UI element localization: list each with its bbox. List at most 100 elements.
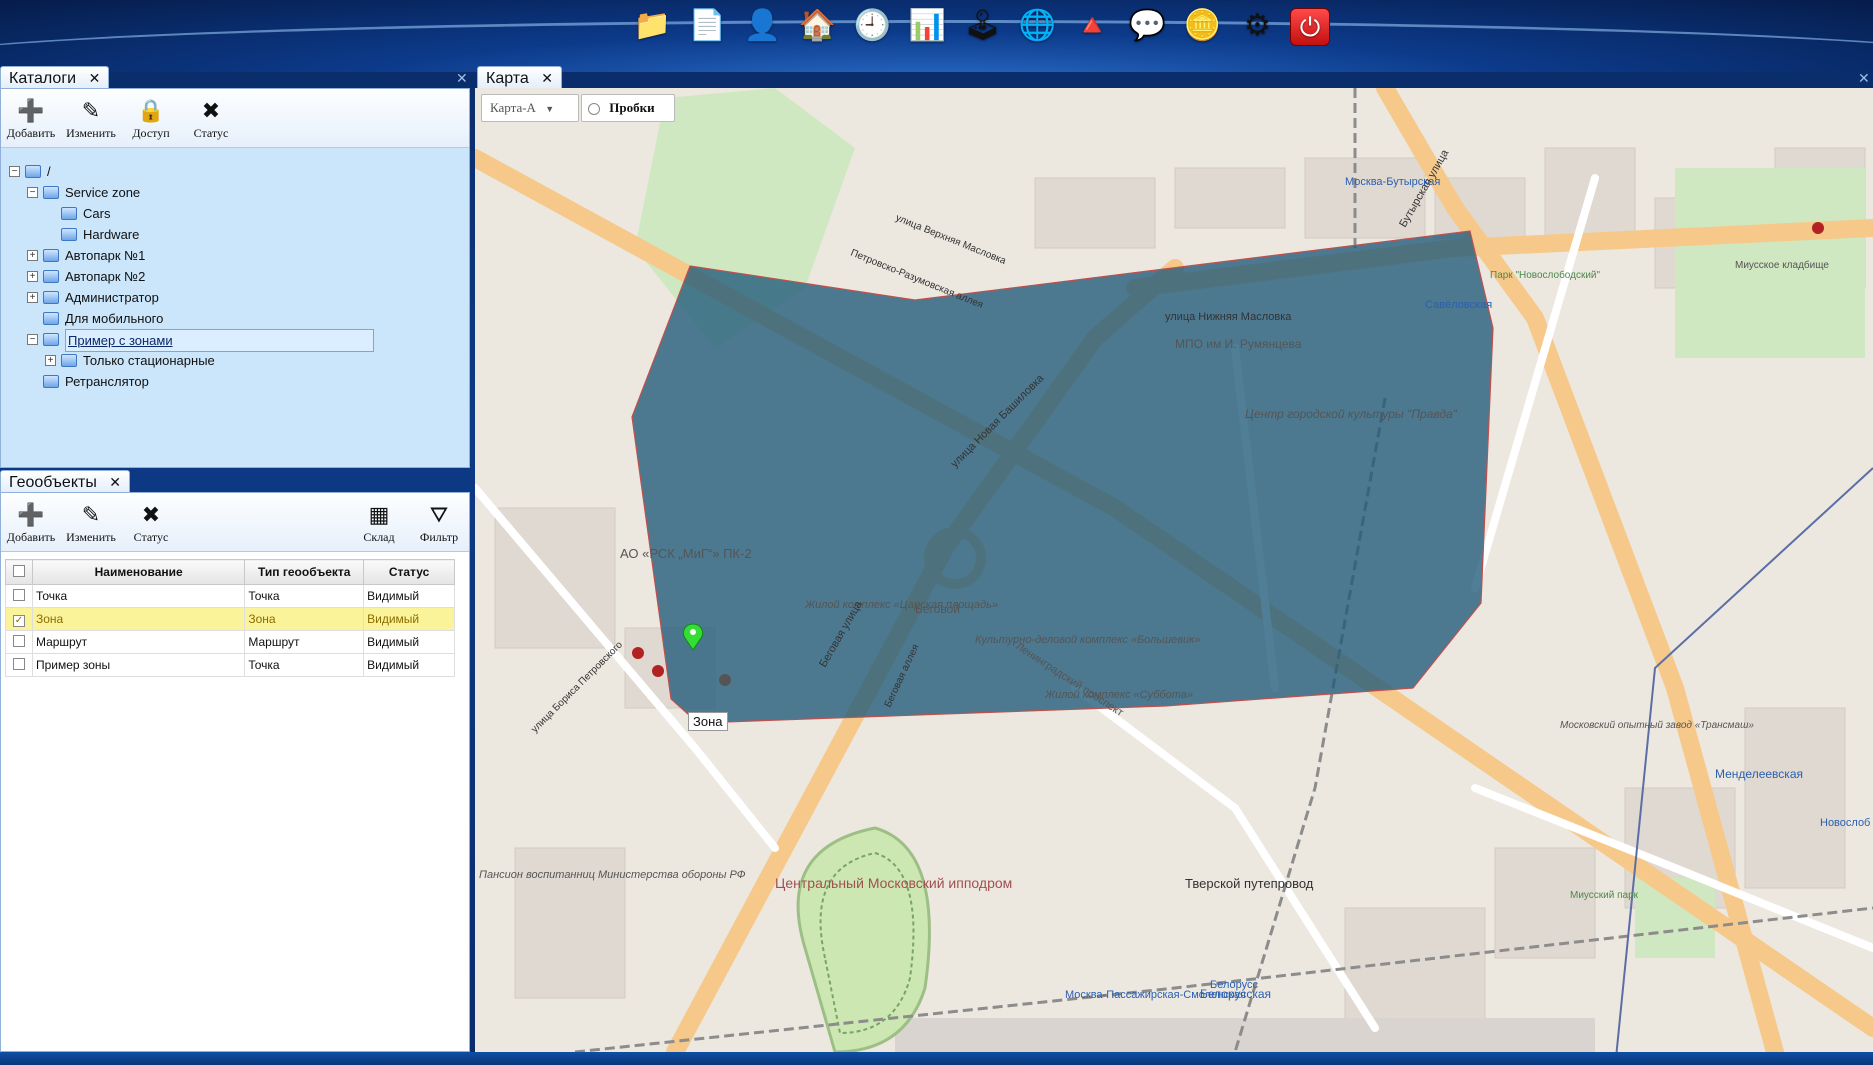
tab-catalogs[interactable]: Каталоги ✕ <box>0 66 110 89</box>
button-icon: ✖ <box>141 502 161 527</box>
toolbar-button-1[interactable]: ✎ Изменить <box>61 493 121 551</box>
toolbar-button-2[interactable]: 🔒 Доступ <box>121 89 181 147</box>
poi-marker <box>719 674 731 686</box>
tab-geoobjects[interactable]: Геообъекты ✕ <box>0 470 131 493</box>
select-all-cell[interactable] <box>5 559 33 585</box>
tree-item-label: Только стационарные <box>83 353 215 368</box>
close-icon[interactable]: ✕ <box>541 70 553 86</box>
power-icon[interactable]: ⏻ <box>1290 8 1330 46</box>
folder-icon <box>43 249 59 262</box>
tree-item-label: Ретранслятор <box>65 374 149 389</box>
map-label: Пансион воспитанниц Министерства обороны… <box>479 869 746 881</box>
settings-icon[interactable]: ⚙ <box>1235 6 1280 46</box>
toolbar-button-1[interactable]: ⛛ Фильтр <box>409 493 469 551</box>
button-icon: ➕ <box>17 502 45 527</box>
tree-item-label: Hardware <box>83 227 140 242</box>
catalogs-icon[interactable]: 📁 <box>630 6 675 46</box>
map-graphics: Москва-Бутырская Савёловская МПО им И. Р… <box>475 88 1873 1052</box>
objects-icon[interactable]: 🏠 <box>795 6 840 46</box>
tab-catalogs-label: Каталоги <box>9 70 77 87</box>
map-canvas[interactable]: Москва-Бутырская Савёловская МПО им И. Р… <box>475 88 1873 1052</box>
toolbar-button-1[interactable]: ✎ Изменить <box>61 89 121 147</box>
map-label: улица Нижняя Масловка <box>1165 311 1292 323</box>
table-row[interactable]: Пример зоны Точка Видимый <box>5 653 455 677</box>
folder-icon <box>43 312 59 325</box>
catalogs-toolbar: ➕ Добавить ✎ Изменить 🔒 Доступ ✖ Статус <box>1 89 469 148</box>
collapse-icon[interactable]: − <box>27 187 38 198</box>
map-label: Культурно-деловой комплекс «Большевик» <box>975 634 1200 646</box>
folder-icon <box>43 333 59 346</box>
column-name[interactable]: Наименование <box>31 559 246 585</box>
geoobjects-icon[interactable]: 🔺 <box>1070 6 1115 46</box>
column-status[interactable]: Статус <box>363 559 455 585</box>
close-icon[interactable]: ✕ <box>89 70 101 86</box>
folder-icon <box>43 375 59 388</box>
map-label: Миусское кладбище <box>1735 259 1829 271</box>
map-type-select[interactable]: Карта-А ▼ <box>481 94 579 122</box>
history-icon[interactable]: 🕘 <box>850 6 895 46</box>
folder-icon <box>43 270 59 283</box>
expand-icon[interactable]: + <box>45 355 56 366</box>
panel-close-icon[interactable]: ✕ <box>456 70 468 87</box>
button-label: Добавить <box>6 530 56 544</box>
globe-icon[interactable]: 🌐 <box>1015 6 1060 46</box>
toolbar-button-2[interactable]: ✖ Статус <box>121 493 181 551</box>
tree-item-label: / <box>47 164 51 179</box>
map-label: АО «РСК „МиГ“» ПК-2 <box>620 546 752 561</box>
expand-icon[interactable]: + <box>27 271 38 282</box>
map-label: Центр городской культуры "Правда" <box>1245 407 1458 421</box>
close-icon[interactable]: ✕ <box>109 474 121 490</box>
table-row[interactable]: Маршрут Маршрут Видимый <box>5 630 455 654</box>
table-row[interactable]: Точка Точка Видимый <box>5 584 455 608</box>
toolbar-button-0[interactable]: ➕ Добавить <box>1 89 61 147</box>
traffic-checkbox[interactable] <box>588 103 600 116</box>
button-icon: ➕ <box>17 98 45 123</box>
traffic-toggle[interactable]: Пробки <box>581 94 675 122</box>
button-icon: ✖ <box>201 98 221 123</box>
button-icon: ⛛ <box>429 502 449 527</box>
button-icon: 🔒 <box>137 98 165 123</box>
map-label: Миусский парк <box>1570 890 1639 901</box>
collapse-icon[interactable]: − <box>9 166 20 177</box>
row-checkbox[interactable] <box>12 588 25 601</box>
cell-name: Точка <box>31 584 246 608</box>
tree-item-label: Автопарк №2 <box>65 269 146 284</box>
tab-map[interactable]: Карта ✕ <box>477 66 562 89</box>
toolbar-button-3[interactable]: ✖ Статус <box>181 89 241 147</box>
row-checkbox-cell[interactable] <box>5 630 33 654</box>
chevron-down-icon: ▼ <box>545 104 555 114</box>
row-checkbox-cell[interactable]: ✓ <box>5 607 33 631</box>
row-checkbox[interactable]: ✓ <box>12 614 25 627</box>
toolbar-button-0[interactable]: ▦ Склад <box>349 493 409 551</box>
tree-item-label: Автопарк №1 <box>65 248 146 263</box>
map-label: Тверской путепровод <box>1185 876 1314 891</box>
documents-icon[interactable]: 📄 <box>685 6 730 46</box>
control-icon[interactable]: 🕹 <box>960 6 1005 46</box>
button-label: Статус <box>133 530 169 544</box>
tree-item-label: Администратор <box>65 290 159 305</box>
toolbar-button-0[interactable]: ➕ Добавить <box>1 493 61 551</box>
table-row[interactable]: ✓ Зона Зона Видимый <box>5 607 455 631</box>
tree-item-label: Пример с зонами <box>65 329 374 352</box>
cell-name: Маршрут <box>31 630 246 654</box>
column-type[interactable]: Тип геообъекта <box>244 559 365 585</box>
collapse-icon[interactable]: − <box>27 334 38 345</box>
row-checkbox[interactable] <box>12 634 25 647</box>
billing-icon[interactable]: 🪙 <box>1180 6 1225 46</box>
geoobjects-toolbar: ➕ Добавить ✎ Изменить ✖ Статус ▦ Склад ⛛ Фильтр <box>1 493 469 552</box>
row-checkbox-cell[interactable] <box>5 653 33 677</box>
panel-close-icon[interactable]: ✕ <box>1858 70 1870 87</box>
expand-icon[interactable]: + <box>27 292 38 303</box>
select-all-checkbox[interactable] <box>12 564 25 577</box>
row-checkbox-cell[interactable] <box>5 584 33 608</box>
reports-icon[interactable]: 📊 <box>905 6 950 46</box>
main-toolbar: 📁 📄 👤 🏠 🕘 📊 🕹 🌐 🔺 💬 🪙 ⚙ ⏻ <box>0 0 1873 72</box>
row-checkbox[interactable] <box>12 657 25 670</box>
expand-icon[interactable]: + <box>27 250 38 261</box>
tab-geoobjects-label: Геообъекты <box>9 474 97 491</box>
contacts-icon[interactable]: 👤 <box>740 6 785 46</box>
folder-icon <box>25 165 41 178</box>
messages-icon[interactable]: 💬 <box>1125 6 1170 46</box>
cell-type: Точка <box>244 653 365 677</box>
zone-polygon[interactable] <box>631 230 1494 724</box>
